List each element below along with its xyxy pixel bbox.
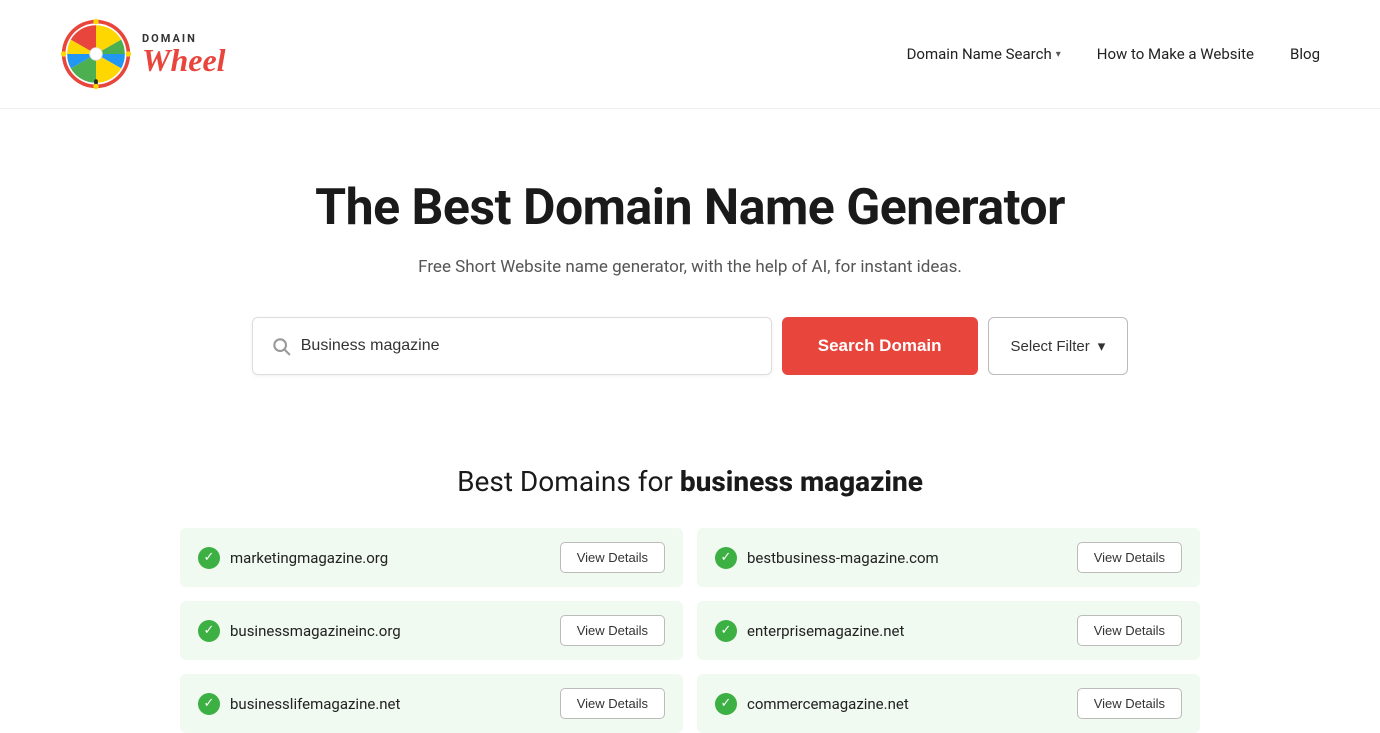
available-check-icon: ✓ [198,547,220,569]
domain-item: ✓ enterprisemagazine.net View Details [697,601,1200,660]
domain-item: ✓ businesslifemagazine.net View Details [180,674,683,733]
domain-left: ✓ marketingmagazine.org [198,547,388,569]
hero-section: The Best Domain Name Generator Free Shor… [0,109,1380,465]
view-details-button[interactable]: View Details [1077,688,1182,719]
select-filter-button[interactable]: Select Filter ▾ [988,317,1129,375]
view-details-button[interactable]: View Details [560,615,665,646]
available-check-icon: ✓ [715,693,737,715]
domain-item: ✓ businessmagazineinc.org View Details [180,601,683,660]
view-details-button[interactable]: View Details [1077,542,1182,573]
search-input-wrap [252,317,772,375]
domain-name: businesslifemagazine.net [230,695,400,713]
search-domain-button[interactable]: Search Domain [782,317,978,375]
available-check-icon: ✓ [715,620,737,642]
search-bar: Search Domain Select Filter ▾ [40,317,1340,375]
domain-left: ✓ businesslifemagazine.net [198,693,400,715]
nav-how-to[interactable]: How to Make a Website [1097,45,1254,63]
domain-name: bestbusiness-magazine.com [747,549,939,567]
chevron-down-icon: ▾ [1056,49,1061,60]
results-title: Best Domains for business magazine [180,465,1200,498]
domain-name: enterprisemagazine.net [747,622,904,640]
nav-domain-search[interactable]: Domain Name Search ▾ [907,45,1061,63]
available-check-icon: ✓ [198,693,220,715]
search-icon [271,336,291,356]
domain-left: ✓ bestbusiness-magazine.com [715,547,939,569]
domain-left: ✓ businessmagazineinc.org [198,620,401,642]
domain-item: ✓ marketingmagazine.org View Details [180,528,683,587]
view-details-button[interactable]: View Details [560,688,665,719]
domain-item: ✓ commercemagazine.net View Details [697,674,1200,733]
nav-blog[interactable]: Blog [1290,45,1320,63]
domain-name: commercemagazine.net [747,695,909,713]
domain-left: ✓ commercemagazine.net [715,693,909,715]
view-details-button[interactable]: View Details [560,542,665,573]
hero-title: The Best Domain Name Generator [40,179,1340,237]
logo-icon [60,18,132,90]
domain-name: businessmagazineinc.org [230,622,401,640]
available-check-icon: ✓ [198,620,220,642]
domain-results-grid: ✓ marketingmagazine.org View Details ✓ b… [180,528,1200,733]
chevron-down-icon: ▾ [1098,337,1106,355]
domain-name: marketingmagazine.org [230,549,388,567]
domain-left: ✓ enterprisemagazine.net [715,620,904,642]
hero-subtitle: Free Short Website name generator, with … [40,257,1340,277]
view-details-button[interactable]: View Details [1077,615,1182,646]
logo[interactable]: DOMAIN Wheel [60,18,226,90]
results-section: Best Domains for business magazine ✓ mar… [0,465,1380,733]
search-input[interactable] [301,337,753,355]
domain-item: ✓ bestbusiness-magazine.com View Details [697,528,1200,587]
logo-wheel-text: Wheel [142,44,226,76]
available-check-icon: ✓ [715,547,737,569]
main-nav: Domain Name Search ▾ How to Make a Websi… [907,45,1320,63]
